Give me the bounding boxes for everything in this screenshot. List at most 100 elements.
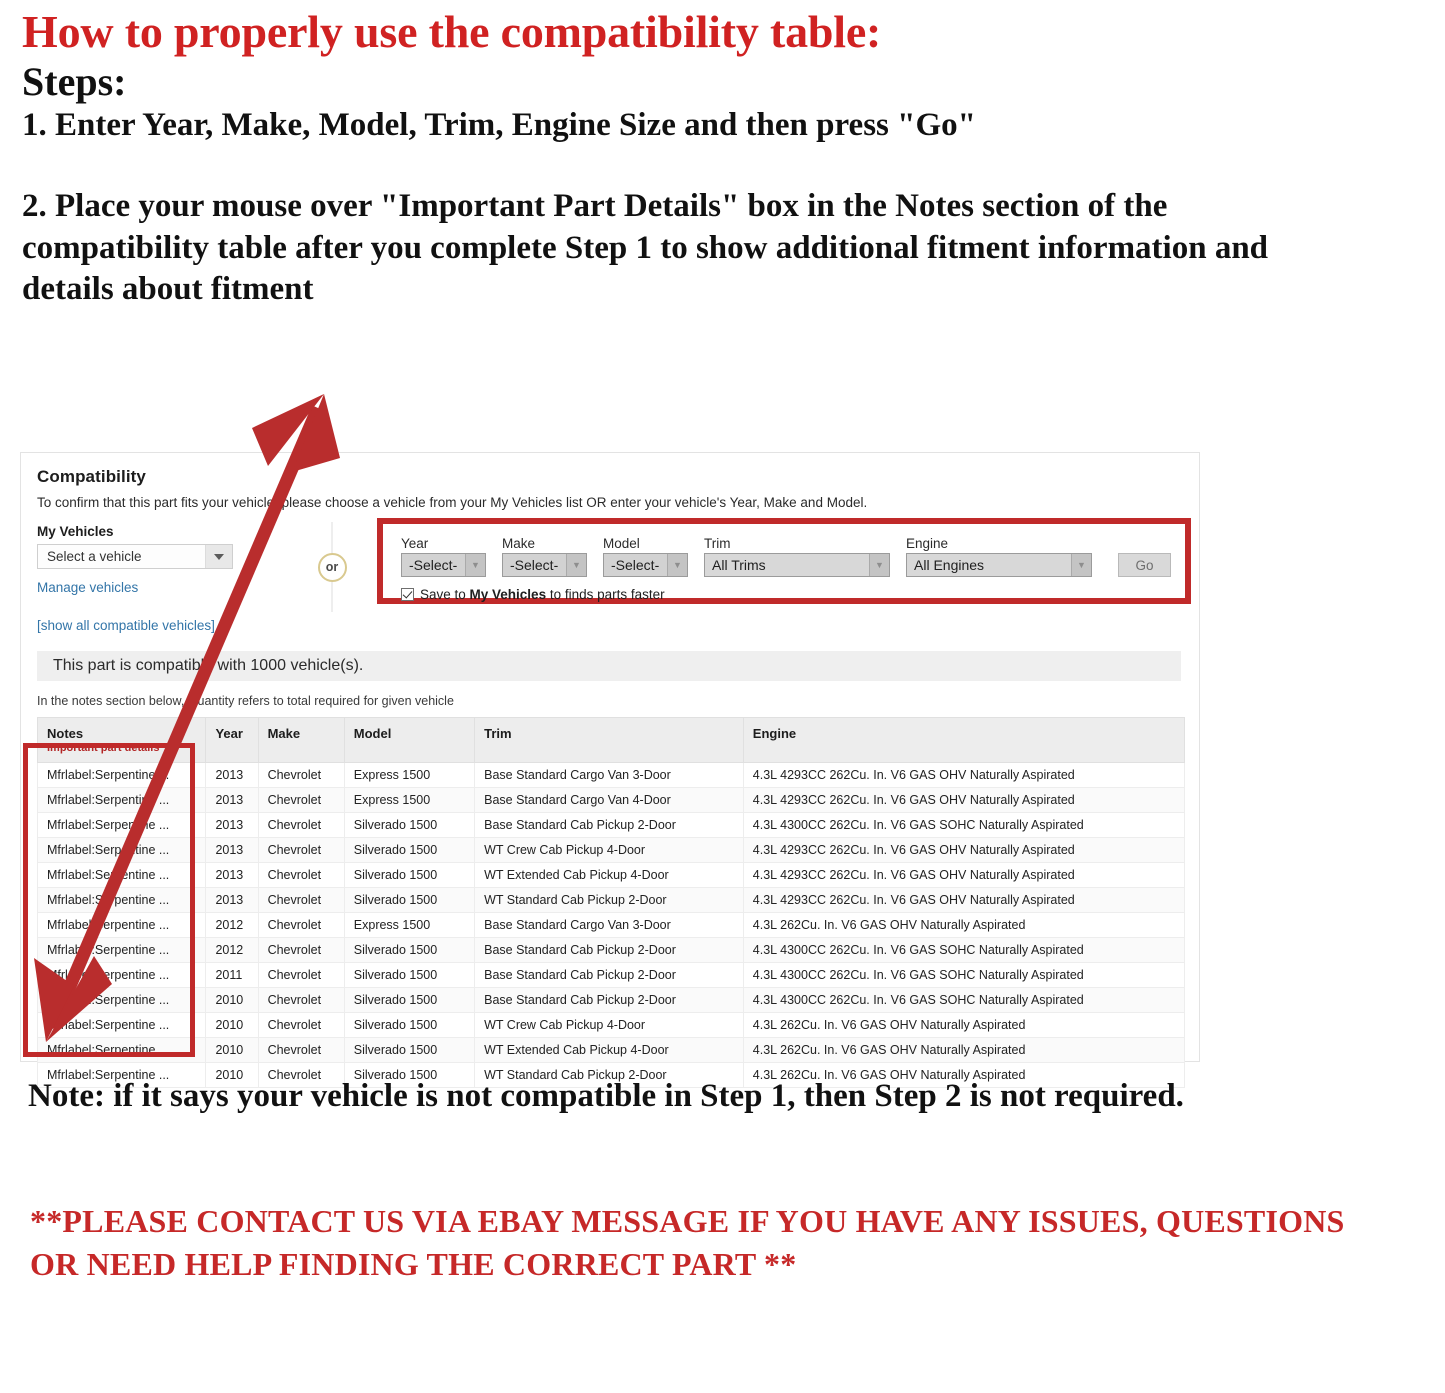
table-row[interactable]: Mfrlabel:Serpentine ... 2013 Chevrolet Expr…	[36, 787, 1186, 814]
save-suffix: to finds parts faster	[546, 587, 665, 602]
cell-trim: WT Extended Cab Pickup 4-Door	[474, 1037, 744, 1064]
cell-year: 2012	[205, 912, 259, 939]
cell-notes[interactable]: Mfrlabel:Serpentine ...	[36, 762, 207, 789]
important-part-details-label[interactable]: Important part details	[47, 742, 196, 755]
cell-engine: 4.3L 4293CC 262Cu. In. V6 GAS OHV Natura…	[742, 837, 1186, 864]
fitment-table-body: Mfrlabel:Serpentine ... 2013 Chevrolet Expr…	[36, 762, 1186, 1089]
cell-engine: 4.3L 4300CC 262Cu. In. V6 GAS SOHC Natur…	[742, 962, 1186, 989]
footer-note-text: Note: if it says your vehicle is not com…	[28, 1078, 1184, 1114]
save-to-my-vehicles-label: Save to My Vehicles to finds parts faste…	[420, 587, 665, 602]
cell-year: 2013	[205, 812, 259, 839]
cell-notes[interactable]: Mfrlabel:Serpentine ...	[36, 1012, 207, 1039]
or-divider: or	[287, 522, 377, 612]
cell-model: Silverado 1500	[343, 987, 476, 1014]
or-badge: or	[317, 552, 347, 582]
year-select[interactable]: -Select- ▼	[401, 553, 486, 577]
cell-trim: Base Standard Cargo Van 4-Door	[474, 787, 744, 814]
cell-notes[interactable]: Mfrlabel:Serpentine ...	[36, 812, 207, 839]
column-header-trim[interactable]: Trim	[474, 716, 744, 764]
cell-trim: Base Standard Cargo Van 3-Door	[474, 762, 744, 789]
table-row[interactable]: Mfrlabel:Serpentine ... 2010 Chevrolet Silv…	[36, 987, 1186, 1014]
model-select[interactable]: -Select- ▼	[603, 553, 688, 577]
cell-make: Chevrolet	[257, 912, 345, 939]
vehicle-finder-highlight-box: Year -Select- ▼ Make -Select- ▼ Model -S…	[377, 518, 1191, 604]
cell-notes[interactable]: Mfrlabel:Serpentine ...	[36, 912, 207, 939]
cell-make: Chevrolet	[257, 1037, 345, 1064]
cell-model: Silverado 1500	[343, 1012, 476, 1039]
save-prefix: Save to	[420, 587, 470, 602]
cell-year: 2012	[205, 937, 259, 964]
table-row[interactable]: Mfrlabel:Serpentine ... 2013 Chevrolet Silv…	[36, 862, 1186, 889]
table-row[interactable]: Mfrlabel:Serpentine ... 2013 Chevrolet Silv…	[36, 837, 1186, 864]
cell-engine: 4.3L 4293CC 262Cu. In. V6 GAS OHV Natura…	[742, 762, 1186, 789]
table-row[interactable]: Mfrlabel:Serpentine ... 2010 Chevrolet Silv…	[36, 1037, 1186, 1064]
model-label: Model	[603, 536, 640, 551]
cell-trim: WT Crew Cab Pickup 4-Door	[474, 837, 744, 864]
column-header-make[interactable]: Make	[257, 716, 345, 764]
cell-make: Chevrolet	[257, 787, 345, 814]
table-header-row: Notes Important part details Year Make M…	[36, 716, 1186, 764]
page-title: How to properly use the compatibility ta…	[22, 6, 882, 57]
cell-notes[interactable]: Mfrlabel:Serpentine ...	[36, 1037, 207, 1064]
table-row[interactable]: Mfrlabel:Serpentine ... 2013 Chevrolet Silv…	[36, 812, 1186, 839]
cell-notes[interactable]: Mfrlabel:Serpentine ...	[36, 962, 207, 989]
steps-label: Steps:	[22, 59, 127, 105]
cell-engine: 4.3L 4293CC 262Cu. In. V6 GAS OHV Natura…	[742, 887, 1186, 914]
cell-notes[interactable]: Mfrlabel:Serpentine ...	[36, 887, 207, 914]
cell-notes[interactable]: Mfrlabel:Serpentine ...	[36, 862, 207, 889]
cell-notes[interactable]: Mfrlabel:Serpentine ...	[36, 837, 207, 864]
cell-trim: Base Standard Cab Pickup 2-Door	[474, 962, 744, 989]
my-vehicles-select[interactable]: Select a vehicle	[37, 544, 233, 569]
column-header-model[interactable]: Model	[343, 716, 476, 764]
step-one-text: 1. Enter Year, Make, Model, Trim, Engine…	[22, 107, 976, 144]
table-row[interactable]: Mfrlabel:Serpentine ... 2010 Chevrolet Silv…	[36, 1012, 1186, 1039]
go-button[interactable]: Go	[1118, 553, 1171, 577]
cell-make: Chevrolet	[257, 762, 345, 789]
table-row[interactable]: Mfrlabel:Serpentine ... 2012 Chevrolet Expr…	[36, 912, 1186, 939]
make-select[interactable]: -Select- ▼	[502, 553, 587, 577]
cell-make: Chevrolet	[257, 837, 345, 864]
chevron-down-icon: ▼	[566, 554, 586, 576]
show-all-compatible-vehicles-link[interactable]: [show all compatible vehicles]	[37, 618, 287, 633]
table-row[interactable]: Mfrlabel:Serpentine ... 2012 Chevrolet Silv…	[36, 937, 1186, 964]
cell-model: Express 1500	[343, 762, 476, 789]
cell-notes[interactable]: Mfrlabel:Serpentine ...	[36, 937, 207, 964]
table-row[interactable]: Mfrlabel:Serpentine ... 2013 Chevrolet Silv…	[36, 887, 1186, 914]
cell-year: 2013	[205, 887, 259, 914]
save-to-my-vehicles-checkbox[interactable]	[401, 588, 414, 601]
column-header-engine[interactable]: Engine	[742, 716, 1186, 764]
compatibility-panel: Compatibility To confirm that this part …	[20, 452, 1200, 1089]
engine-select[interactable]: All Engines ▼	[906, 553, 1092, 577]
cell-year: 2010	[205, 1012, 259, 1039]
cell-year: 2013	[205, 862, 259, 889]
cell-model: Silverado 1500	[343, 937, 476, 964]
cell-year: 2013	[205, 762, 259, 789]
cell-model: Silverado 1500	[343, 1037, 476, 1064]
save-to-my-vehicles-row[interactable]: Save to My Vehicles to finds parts faste…	[401, 587, 1171, 602]
manage-vehicles-link[interactable]: Manage vehicles	[37, 580, 287, 595]
my-vehicles-label: My Vehicles	[37, 524, 114, 539]
cell-trim: WT Crew Cab Pickup 4-Door	[474, 1012, 744, 1039]
engine-field: Engine All Engines ▼	[906, 536, 1092, 577]
cell-engine: 4.3L 262Cu. In. V6 GAS OHV Naturally Asp…	[742, 1037, 1186, 1064]
cell-notes[interactable]: Mfrlabel:Serpentine ...	[36, 787, 207, 814]
notes-quantity-hint: In the notes section below, Quantity ref…	[37, 694, 454, 708]
cell-make: Chevrolet	[257, 987, 345, 1014]
trim-select[interactable]: All Trims ▼	[704, 553, 890, 577]
cell-year: 2013	[205, 837, 259, 864]
my-vehicles-select-value: Select a vehicle	[47, 549, 142, 564]
column-header-notes[interactable]: Notes Important part details	[36, 716, 207, 764]
table-row[interactable]: Mfrlabel:Serpentine ... 2011 Chevrolet Silv…	[36, 962, 1186, 989]
cell-make: Chevrolet	[257, 962, 345, 989]
chevron-down-icon: ▼	[1071, 554, 1091, 576]
cell-trim: Base Standard Cab Pickup 2-Door	[474, 937, 744, 964]
make-select-value: -Select-	[510, 557, 559, 573]
cell-notes[interactable]: Mfrlabel:Serpentine ...	[36, 987, 207, 1014]
year-field: Year -Select- ▼	[401, 536, 486, 577]
table-row[interactable]: Mfrlabel:Serpentine ... 2013 Chevrolet Expr…	[36, 762, 1186, 789]
column-header-year[interactable]: Year	[205, 716, 259, 764]
compatibility-result-banner: This part is compatible with 1000 vehicl…	[37, 651, 1181, 681]
model-select-value: -Select-	[611, 557, 660, 573]
cell-make: Chevrolet	[257, 937, 345, 964]
engine-label: Engine	[906, 536, 949, 551]
